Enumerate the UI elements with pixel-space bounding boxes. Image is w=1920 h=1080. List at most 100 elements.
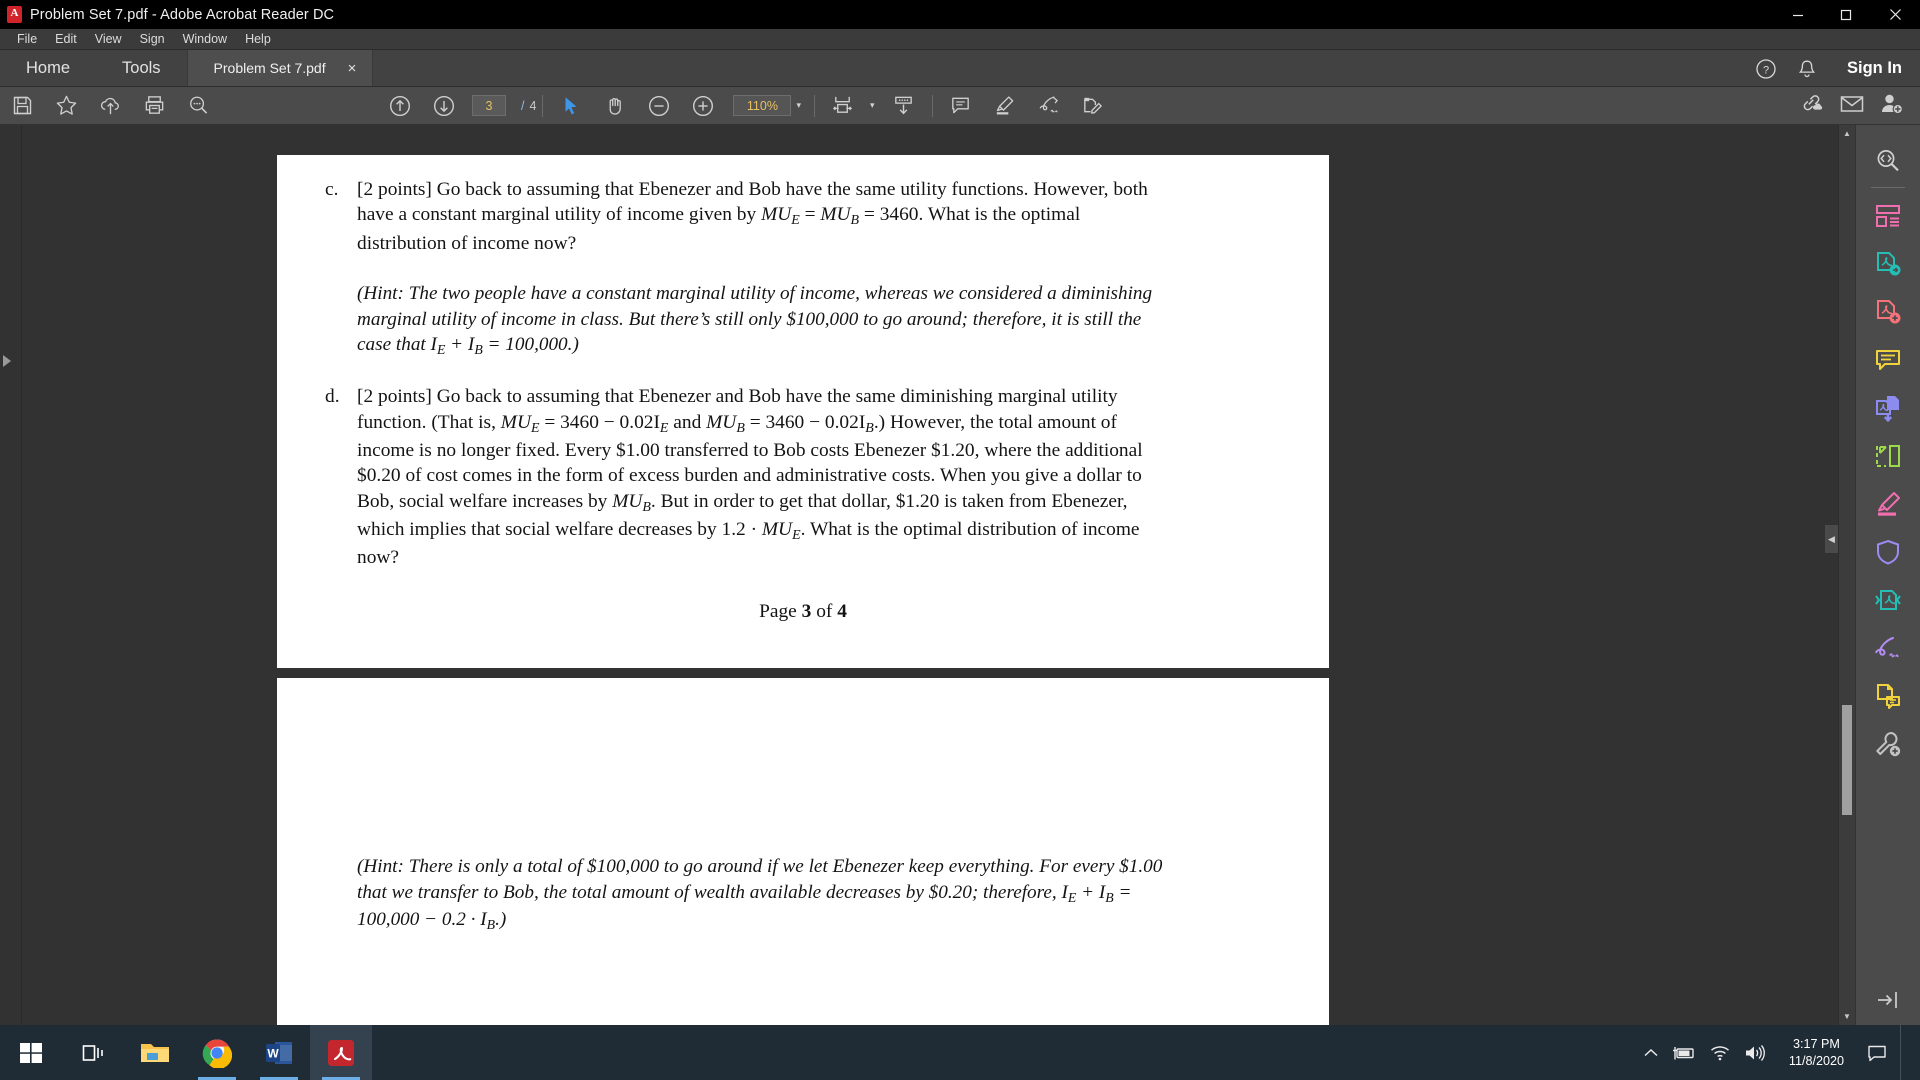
- highlighter-icon[interactable]: [983, 87, 1027, 125]
- hint-c-line3b: + I: [445, 334, 475, 356]
- scrollbar-thumb[interactable]: [1842, 705, 1852, 815]
- current-page-input[interactable]: 3: [472, 95, 506, 116]
- tab-tools[interactable]: Tools: [96, 50, 187, 86]
- cursor-arrow-icon[interactable]: [549, 87, 593, 125]
- sidebar-divider: [1871, 187, 1905, 188]
- menu-view[interactable]: View: [86, 29, 131, 50]
- document-viewer[interactable]: c. [2 points] Go back to assuming that E…: [22, 125, 1855, 1025]
- d-l5-mu-subscript: B: [642, 499, 651, 515]
- file-explorer-icon[interactable]: [124, 1025, 186, 1080]
- tab-home[interactable]: Home: [0, 50, 96, 86]
- close-button[interactable]: [1870, 0, 1920, 29]
- show-hidden-icons-chevron[interactable]: [1643, 1046, 1659, 1060]
- fit-page-icon[interactable]: [821, 87, 865, 125]
- d-mu-b-subscript: B: [736, 420, 745, 436]
- speaker-volume-icon[interactable]: [1744, 1044, 1766, 1062]
- zoom-out-circle-icon[interactable]: [637, 87, 681, 125]
- svg-text:W: W: [267, 1046, 279, 1060]
- scroll-down-page-icon[interactable]: [882, 87, 926, 125]
- toolbar-divider-2: [813, 94, 815, 117]
- title-bar: Problem Set 7.pdf - Adobe Acrobat Reader…: [0, 0, 1920, 29]
- crop-pages-icon[interactable]: [1864, 432, 1912, 480]
- menu-window[interactable]: Window: [174, 29, 236, 50]
- show-desktop-button[interactable]: [1900, 1025, 1910, 1080]
- menu-help[interactable]: Help: [236, 29, 280, 50]
- question-c-line2a: have a constant marginal utility of inco…: [357, 204, 762, 226]
- collapse-panel-icon[interactable]: ◀: [1825, 525, 1838, 553]
- zoom-in-circle-icon[interactable]: [681, 87, 725, 125]
- question-c-line3: distribution of income now?: [357, 232, 577, 254]
- question-d-line5a: Bob, social welfare increases by: [357, 490, 613, 512]
- help-circle-icon[interactable]: ?: [1755, 58, 1777, 80]
- tab-document[interactable]: Problem Set 7.pdf ×: [186, 50, 374, 86]
- toolbar-divider-1: [542, 94, 544, 117]
- protect-shield-icon[interactable]: [1864, 528, 1912, 576]
- adobe-acrobat-icon[interactable]: [310, 1025, 372, 1080]
- collapse-sidebar-button[interactable]: [1856, 989, 1920, 1011]
- hint-c-line2: marginal utility of income in class. But…: [357, 308, 1142, 330]
- star-icon[interactable]: [44, 87, 88, 125]
- menu-sign[interactable]: Sign: [131, 29, 174, 50]
- compress-pdf-icon[interactable]: [1864, 576, 1912, 624]
- page-footer-middle: of: [811, 600, 838, 622]
- maximize-button[interactable]: [1822, 0, 1870, 29]
- expand-navigation-pane-icon[interactable]: [3, 355, 11, 367]
- comment-icon[interactable]: [1864, 336, 1912, 384]
- wifi-icon[interactable]: [1709, 1044, 1731, 1061]
- question-c: c. [2 points] Go back to assuming that E…: [325, 155, 1281, 256]
- task-view-icon[interactable]: [62, 1025, 124, 1080]
- notification-bell-icon[interactable]: [1797, 58, 1817, 80]
- hand-icon[interactable]: [593, 87, 637, 125]
- menu-file[interactable]: File: [8, 29, 46, 50]
- left-navigation-rail[interactable]: [0, 125, 22, 1025]
- toolbar-view-group: 110% ▾: [549, 87, 808, 125]
- zoom-level-input[interactable]: 110%: [733, 95, 792, 116]
- add-person-icon[interactable]: [1879, 92, 1904, 120]
- microsoft-word-icon[interactable]: W: [248, 1025, 310, 1080]
- vertical-scrollbar[interactable]: ▲ ▼: [1838, 125, 1855, 1025]
- question-d-line1: [2 points] Go back to assuming that Eben…: [357, 386, 1118, 408]
- save-floppy-icon[interactable]: [0, 87, 44, 125]
- fill-sign-icon[interactable]: [1864, 624, 1912, 672]
- comment-bubble-icon[interactable]: [939, 87, 983, 125]
- scroll-up-arrow-icon[interactable]: ▲: [1839, 125, 1855, 142]
- question-d-line2b: = 3460 − 0.02I: [539, 411, 660, 433]
- windows-start-icon[interactable]: [0, 1025, 62, 1080]
- d-l6-mu-subscript: E: [792, 527, 801, 543]
- question-c-line1: [2 points] Go back to assuming that Eben…: [357, 179, 1148, 200]
- hint-d-line2c: =: [1113, 881, 1132, 903]
- export-pdf-icon[interactable]: [1864, 240, 1912, 288]
- search-document-icon[interactable]: [1864, 137, 1912, 185]
- chevron-down-icon[interactable]: ▾: [796, 100, 801, 111]
- print-icon[interactable]: [132, 87, 176, 125]
- google-chrome-icon[interactable]: [186, 1025, 248, 1080]
- request-signature-icon[interactable]: [1864, 672, 1912, 720]
- close-icon[interactable]: ×: [348, 61, 357, 76]
- scroll-down-arrow-icon[interactable]: ▼: [1839, 1008, 1855, 1025]
- workspace: c. [2 points] Go back to assuming that E…: [0, 125, 1920, 1025]
- question-d-line2a: function. (That is,: [357, 411, 501, 433]
- arrow-down-circle-icon[interactable]: [422, 87, 466, 125]
- cloud-upload-icon[interactable]: [88, 87, 132, 125]
- sign-pen-icon[interactable]: [1027, 87, 1071, 125]
- arrow-up-circle-icon[interactable]: [378, 87, 422, 125]
- combine-files-icon[interactable]: [1864, 384, 1912, 432]
- action-center-icon[interactable]: [1867, 1044, 1887, 1062]
- pdf-page-4: (Hint: There is only a total of $100,000…: [277, 678, 1329, 1025]
- create-pdf-icon[interactable]: [1864, 288, 1912, 336]
- highlighter-icon[interactable]: [1864, 480, 1912, 528]
- organize-pages-icon[interactable]: [1864, 192, 1912, 240]
- fill-and-sign-icon[interactable]: [1071, 87, 1115, 125]
- window-controls: [1774, 0, 1920, 29]
- more-tools-icon[interactable]: [1864, 720, 1912, 768]
- battery-charging-icon[interactable]: [1672, 1045, 1696, 1061]
- menu-edit[interactable]: Edit: [46, 29, 86, 50]
- share-link-cloud-icon[interactable]: [1799, 92, 1825, 121]
- envelope-icon[interactable]: [1839, 93, 1865, 120]
- fit-chevron-down-icon[interactable]: ▾: [870, 100, 875, 111]
- search-icon[interactable]: [176, 87, 220, 125]
- sign-in-button[interactable]: Sign In: [1847, 59, 1902, 78]
- toolbar-fit-group: ▾: [821, 87, 926, 125]
- minimize-button[interactable]: [1774, 0, 1822, 29]
- taskbar-clock[interactable]: 3:17 PM 11/8/2020: [1789, 1036, 1844, 1070]
